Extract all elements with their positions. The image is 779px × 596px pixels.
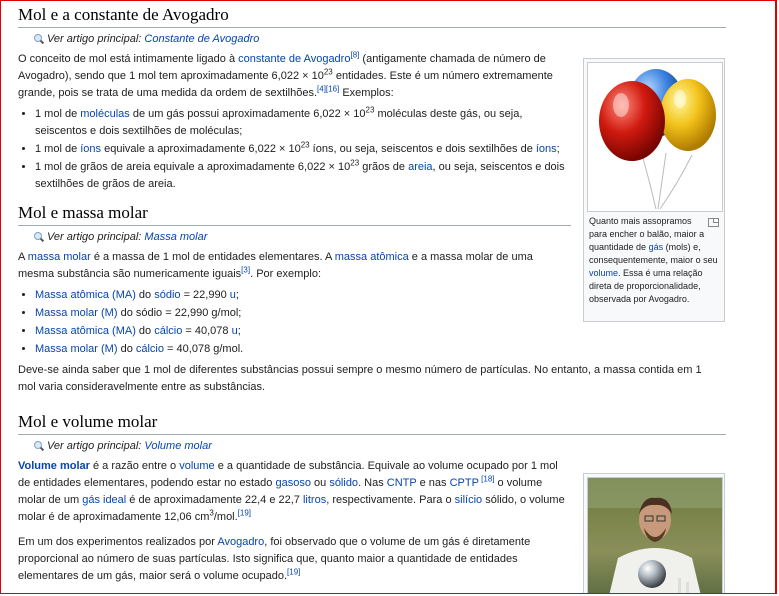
link-massa-atomica[interactable]: massa atômica [335, 251, 409, 263]
link-solido[interactable]: sólido [329, 477, 358, 489]
scientist-photo[interactable] [587, 477, 723, 593]
link-ions-2[interactable]: íons [536, 143, 557, 155]
link-massa-molar-m[interactable]: Massa molar (M) [35, 343, 118, 355]
reference-link[interactable]: [19] [238, 508, 251, 517]
list-item: 1 mol de grãos de areia equivale a aprox… [35, 159, 573, 193]
list-item: 1 mol de moléculas de um gás possui apro… [35, 106, 573, 140]
paragraph: Em um dos experimentos realizados por Av… [18, 536, 531, 582]
paragraph: Deve-se ainda saber que 1 mol de diferen… [18, 364, 702, 393]
list-item: Massa atômica (MA) do cálcio = 40,078 u; [35, 323, 558, 340]
reference-link[interactable]: [4][16] [317, 84, 339, 93]
link-volume[interactable]: volume [179, 460, 214, 472]
list-item: Massa molar (M) do cálcio = 40,078 g/mol… [35, 341, 558, 358]
balloons-caption: Quanto mais assopramos para encher o bal… [589, 216, 719, 304]
link-sodio[interactable]: sódio [154, 289, 180, 301]
examples-list: 1 mol de moléculas de um gás possui apro… [18, 106, 573, 193]
list-item: Massa molar (M) do sódio = 22,990 g/mol; [35, 305, 558, 322]
link-gas[interactable]: gás [649, 242, 664, 252]
link-volume-molar[interactable]: Volume molar [144, 440, 211, 452]
link-constante-avogadro-inline[interactable]: constante de Avogadro [238, 53, 350, 65]
link-areia[interactable]: areia [408, 161, 432, 173]
section3-body: Volume molar é a razão entre o volume e … [18, 458, 571, 585]
list-item: Massa atômica (MA) do sódio = 22,990 u; [35, 287, 558, 304]
heading-mol-avogadro: Mol e a constante de Avogadro [18, 5, 726, 28]
paragraph: Volume molar é a razão entre o volume e … [18, 460, 565, 523]
balloons-image[interactable] [587, 62, 723, 212]
link-gas-ideal[interactable]: gás ideal [82, 494, 126, 506]
reference-link[interactable]: [18] [479, 474, 494, 483]
magnifier-icon [33, 33, 44, 45]
examples-list: Massa atômica (MA) do sódio = 22,990 u; … [18, 287, 558, 358]
link-massa-atomica-ma[interactable]: Massa atômica (MA) [35, 325, 136, 337]
scientist-illustration [588, 478, 722, 593]
hatnote-volume-molar: Ver artigo principal: Volume molar [33, 440, 728, 452]
link-cntp[interactable]: CNTP [387, 477, 417, 489]
link-volume-caption[interactable]: volume [589, 268, 618, 278]
list-item: 1 mol de íons equivale a aproximadamente… [35, 141, 573, 158]
link-calcio[interactable]: cálcio [136, 343, 164, 355]
link-massa-atomica-ma[interactable]: Massa atômica (MA) [35, 289, 136, 301]
link-constante-avogadro[interactable]: Constante de Avogadro [144, 33, 259, 45]
link-massa-molar[interactable]: Massa molar [144, 231, 207, 243]
scientist-figure [583, 473, 725, 593]
paragraph: O conceito de mol está intimamente ligad… [18, 50, 553, 99]
magnifier-icon [33, 440, 44, 452]
link-massa-molar-inline[interactable]: massa molar [28, 251, 91, 263]
link-volume-molar-bold[interactable]: Volume molar [18, 460, 90, 472]
link-avogadro[interactable]: Avogadro [217, 536, 264, 548]
paragraph: A massa molar é a massa de 1 mol de enti… [18, 251, 533, 280]
link-massa-molar-m[interactable]: Massa molar (M) [35, 307, 118, 319]
link-calcio[interactable]: cálcio [154, 325, 182, 337]
link-silicio[interactable]: silício [455, 494, 483, 506]
page-frame: Mol e a constante de Avogadro Ver artigo… [0, 0, 777, 594]
link-gasoso[interactable]: gasoso [275, 477, 310, 489]
reference-link[interactable]: [3] [241, 265, 250, 274]
balloons-illustration [599, 69, 716, 210]
section2-body: A massa molar é a massa de 1 mol de enti… [18, 249, 558, 358]
hatnote-avogadro: Ver artigo principal: Constante de Avoga… [33, 33, 728, 45]
heading-volume-molar: Mol e volume molar [18, 412, 726, 435]
link-ions[interactable]: íons [80, 143, 101, 155]
link-moleculas[interactable]: moléculas [80, 108, 130, 120]
heading-massa-molar: Mol e massa molar [18, 203, 571, 226]
balloons-figure: Quanto mais assopramos para encher o bal… [583, 58, 725, 322]
link-litros[interactable]: litros [303, 494, 326, 506]
enlarge-icon[interactable] [708, 218, 719, 227]
reference-link[interactable]: [19] [287, 567, 300, 576]
magnifier-icon [33, 231, 44, 243]
section1-body: O conceito de mol está intimamente ligad… [18, 51, 573, 193]
link-cptp[interactable]: CPTP [450, 477, 479, 489]
